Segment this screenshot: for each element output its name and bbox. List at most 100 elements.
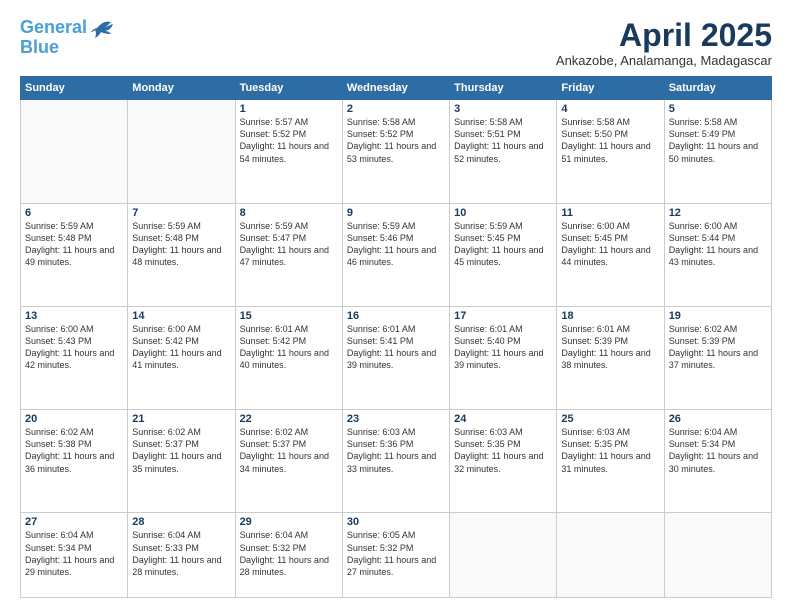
day-number: 30 (347, 516, 445, 528)
day-cell-27: 27Sunrise: 6:04 AM Sunset: 5:34 PM Dayli… (21, 513, 128, 598)
day-info: Sunrise: 6:01 AM Sunset: 5:40 PM Dayligh… (454, 323, 552, 372)
logo-blue: Blue (20, 37, 59, 57)
calendar-header-row: SundayMondayTuesdayWednesdayThursdayFrid… (21, 77, 772, 100)
day-number: 17 (454, 310, 552, 322)
page: General Blue April 2025 Ankazobe, Analam… (0, 0, 792, 612)
day-info: Sunrise: 5:59 AM Sunset: 5:45 PM Dayligh… (454, 220, 552, 269)
day-cell-14: 14Sunrise: 6:00 AM Sunset: 5:42 PM Dayli… (128, 306, 235, 409)
col-header-wednesday: Wednesday (342, 77, 449, 100)
day-cell-4: 4Sunrise: 5:58 AM Sunset: 5:50 PM Daylig… (557, 100, 664, 203)
col-header-tuesday: Tuesday (235, 77, 342, 100)
day-info: Sunrise: 6:05 AM Sunset: 5:32 PM Dayligh… (347, 529, 445, 578)
empty-cell (557, 513, 664, 598)
day-info: Sunrise: 6:00 AM Sunset: 5:45 PM Dayligh… (561, 220, 659, 269)
day-number: 22 (240, 413, 338, 425)
day-number: 25 (561, 413, 659, 425)
day-cell-2: 2Sunrise: 5:58 AM Sunset: 5:52 PM Daylig… (342, 100, 449, 203)
day-cell-29: 29Sunrise: 6:04 AM Sunset: 5:32 PM Dayli… (235, 513, 342, 598)
day-cell-8: 8Sunrise: 5:59 AM Sunset: 5:47 PM Daylig… (235, 203, 342, 306)
day-cell-9: 9Sunrise: 5:59 AM Sunset: 5:46 PM Daylig… (342, 203, 449, 306)
empty-cell (664, 513, 771, 598)
day-cell-3: 3Sunrise: 5:58 AM Sunset: 5:51 PM Daylig… (450, 100, 557, 203)
day-cell-20: 20Sunrise: 6:02 AM Sunset: 5:38 PM Dayli… (21, 410, 128, 513)
day-number: 10 (454, 207, 552, 219)
logo: General Blue (20, 18, 115, 58)
day-info: Sunrise: 5:59 AM Sunset: 5:47 PM Dayligh… (240, 220, 338, 269)
day-info: Sunrise: 6:02 AM Sunset: 5:37 PM Dayligh… (132, 426, 230, 475)
day-number: 29 (240, 516, 338, 528)
day-number: 1 (240, 103, 338, 115)
location-subtitle: Ankazobe, Analamanga, Madagascar (556, 53, 772, 68)
day-cell-24: 24Sunrise: 6:03 AM Sunset: 5:35 PM Dayli… (450, 410, 557, 513)
day-number: 7 (132, 207, 230, 219)
day-info: Sunrise: 6:00 AM Sunset: 5:42 PM Dayligh… (132, 323, 230, 372)
day-number: 21 (132, 413, 230, 425)
logo-text: General Blue (20, 18, 87, 58)
header: General Blue April 2025 Ankazobe, Analam… (20, 18, 772, 68)
day-cell-5: 5Sunrise: 5:58 AM Sunset: 5:49 PM Daylig… (664, 100, 771, 203)
day-number: 8 (240, 207, 338, 219)
day-number: 28 (132, 516, 230, 528)
day-info: Sunrise: 5:58 AM Sunset: 5:50 PM Dayligh… (561, 116, 659, 165)
day-info: Sunrise: 5:59 AM Sunset: 5:48 PM Dayligh… (132, 220, 230, 269)
day-cell-17: 17Sunrise: 6:01 AM Sunset: 5:40 PM Dayli… (450, 306, 557, 409)
col-header-monday: Monday (128, 77, 235, 100)
day-number: 15 (240, 310, 338, 322)
day-info: Sunrise: 6:04 AM Sunset: 5:32 PM Dayligh… (240, 529, 338, 578)
day-number: 24 (454, 413, 552, 425)
day-cell-21: 21Sunrise: 6:02 AM Sunset: 5:37 PM Dayli… (128, 410, 235, 513)
day-info: Sunrise: 5:58 AM Sunset: 5:51 PM Dayligh… (454, 116, 552, 165)
day-number: 4 (561, 103, 659, 115)
day-info: Sunrise: 6:01 AM Sunset: 5:42 PM Dayligh… (240, 323, 338, 372)
day-number: 16 (347, 310, 445, 322)
week-row-1: 1Sunrise: 5:57 AM Sunset: 5:52 PM Daylig… (21, 100, 772, 203)
day-info: Sunrise: 5:59 AM Sunset: 5:48 PM Dayligh… (25, 220, 123, 269)
week-row-3: 13Sunrise: 6:00 AM Sunset: 5:43 PM Dayli… (21, 306, 772, 409)
day-info: Sunrise: 6:04 AM Sunset: 5:34 PM Dayligh… (669, 426, 767, 475)
day-cell-28: 28Sunrise: 6:04 AM Sunset: 5:33 PM Dayli… (128, 513, 235, 598)
col-header-thursday: Thursday (450, 77, 557, 100)
day-number: 12 (669, 207, 767, 219)
day-number: 23 (347, 413, 445, 425)
empty-cell (450, 513, 557, 598)
title-block: April 2025 Ankazobe, Analamanga, Madagas… (556, 18, 772, 68)
day-cell-12: 12Sunrise: 6:00 AM Sunset: 5:44 PM Dayli… (664, 203, 771, 306)
week-row-4: 20Sunrise: 6:02 AM Sunset: 5:38 PM Dayli… (21, 410, 772, 513)
day-info: Sunrise: 6:03 AM Sunset: 5:36 PM Dayligh… (347, 426, 445, 475)
day-cell-6: 6Sunrise: 5:59 AM Sunset: 5:48 PM Daylig… (21, 203, 128, 306)
day-info: Sunrise: 5:59 AM Sunset: 5:46 PM Dayligh… (347, 220, 445, 269)
day-cell-11: 11Sunrise: 6:00 AM Sunset: 5:45 PM Dayli… (557, 203, 664, 306)
day-cell-15: 15Sunrise: 6:01 AM Sunset: 5:42 PM Dayli… (235, 306, 342, 409)
day-info: Sunrise: 6:02 AM Sunset: 5:38 PM Dayligh… (25, 426, 123, 475)
day-cell-26: 26Sunrise: 6:04 AM Sunset: 5:34 PM Dayli… (664, 410, 771, 513)
day-number: 20 (25, 413, 123, 425)
day-number: 6 (25, 207, 123, 219)
day-number: 14 (132, 310, 230, 322)
day-info: Sunrise: 6:03 AM Sunset: 5:35 PM Dayligh… (561, 426, 659, 475)
day-info: Sunrise: 6:01 AM Sunset: 5:39 PM Dayligh… (561, 323, 659, 372)
day-info: Sunrise: 6:01 AM Sunset: 5:41 PM Dayligh… (347, 323, 445, 372)
day-number: 2 (347, 103, 445, 115)
day-number: 5 (669, 103, 767, 115)
day-cell-30: 30Sunrise: 6:05 AM Sunset: 5:32 PM Dayli… (342, 513, 449, 598)
day-cell-7: 7Sunrise: 5:59 AM Sunset: 5:48 PM Daylig… (128, 203, 235, 306)
empty-cell (128, 100, 235, 203)
day-cell-1: 1Sunrise: 5:57 AM Sunset: 5:52 PM Daylig… (235, 100, 342, 203)
month-title: April 2025 (556, 18, 772, 53)
col-header-friday: Friday (557, 77, 664, 100)
day-number: 26 (669, 413, 767, 425)
calendar-table: SundayMondayTuesdayWednesdayThursdayFrid… (20, 76, 772, 598)
day-cell-25: 25Sunrise: 6:03 AM Sunset: 5:35 PM Dayli… (557, 410, 664, 513)
day-number: 9 (347, 207, 445, 219)
day-number: 19 (669, 310, 767, 322)
day-cell-13: 13Sunrise: 6:00 AM Sunset: 5:43 PM Dayli… (21, 306, 128, 409)
day-info: Sunrise: 6:03 AM Sunset: 5:35 PM Dayligh… (454, 426, 552, 475)
day-info: Sunrise: 5:57 AM Sunset: 5:52 PM Dayligh… (240, 116, 338, 165)
day-cell-23: 23Sunrise: 6:03 AM Sunset: 5:36 PM Dayli… (342, 410, 449, 513)
day-cell-19: 19Sunrise: 6:02 AM Sunset: 5:39 PM Dayli… (664, 306, 771, 409)
day-number: 18 (561, 310, 659, 322)
col-header-saturday: Saturday (664, 77, 771, 100)
day-number: 11 (561, 207, 659, 219)
empty-cell (21, 100, 128, 203)
day-number: 27 (25, 516, 123, 528)
